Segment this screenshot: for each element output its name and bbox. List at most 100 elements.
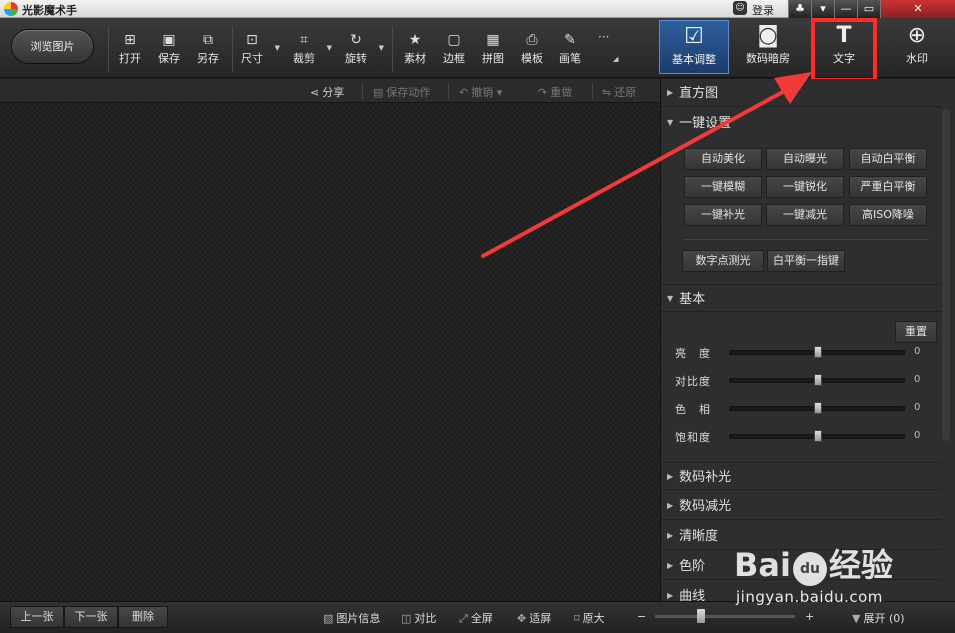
undo-dropdown-icon[interactable]: ▾: [497, 86, 503, 99]
brightness-slider[interactable]: [729, 346, 905, 358]
expand-arrow-icon: ▶: [667, 501, 674, 510]
open-image-icon: ⊞: [124, 32, 136, 48]
expand-filmstrip-button[interactable]: ▼ 展开 (0): [852, 610, 905, 626]
collage-button[interactable]: ▦ 拼图: [473, 30, 513, 70]
restore-button[interactable]: ⇋ 还原: [602, 84, 636, 100]
save-icon: ▣: [162, 32, 176, 48]
auto-exposure-button[interactable]: 自动曝光: [766, 148, 844, 170]
contrast-label: 对比度: [675, 375, 711, 388]
section-digital-reduce-light-label: 数码减光: [679, 499, 732, 514]
section-clarity[interactable]: ▶ 清晰度: [661, 522, 941, 550]
more-tools-arrow-icon[interactable]: ◢: [613, 55, 618, 63]
border-button[interactable]: ▢ 边框: [434, 30, 474, 70]
browse-images-button[interactable]: 浏览图片: [11, 29, 94, 64]
material-icon: ★: [408, 32, 422, 48]
user-avatar-icon[interactable]: ☺: [733, 1, 747, 15]
rotate-dropdown-icon[interactable]: ▼: [379, 44, 384, 52]
border-icon: ▢: [447, 32, 461, 48]
saturation-slider[interactable]: [729, 430, 905, 442]
crop-label: 裁剪: [293, 52, 315, 65]
hue-slider-thumb[interactable]: [814, 402, 822, 414]
collapse-arrow-icon: ▼: [667, 294, 674, 303]
share-button[interactable]: ⋖ 分享: [310, 84, 344, 100]
one-click-blur-button[interactable]: 一键模糊: [684, 176, 762, 198]
zoom-slider[interactable]: [655, 615, 795, 618]
crop-button[interactable]: ⌗ 裁剪 ▼: [284, 30, 332, 70]
crop-dropdown-icon[interactable]: ▼: [327, 44, 332, 52]
maximize-button[interactable]: ▭: [857, 0, 880, 18]
section-levels[interactable]: ▶ 色阶: [661, 552, 941, 580]
strong-white-balance-button[interactable]: 严重白平衡: [849, 176, 927, 198]
reset-button[interactable]: 重置: [895, 321, 937, 343]
one-click-fill-light-button[interactable]: 一键补光: [684, 204, 762, 226]
spot-metering-button[interactable]: 数字点测光: [682, 250, 764, 272]
rotate-button[interactable]: ↻ 旋转 ▼: [336, 30, 384, 70]
undo-button[interactable]: ↶ 撤销 ▾: [459, 84, 502, 100]
section-digital-fill-light[interactable]: ▶ 数码补光: [661, 462, 941, 490]
auto-beautify-button[interactable]: 自动美化: [684, 148, 762, 170]
high-iso-denoise-button[interactable]: 高ISO降噪: [849, 204, 927, 226]
app-title: 光影魔术手: [22, 4, 77, 17]
expand-triangle-icon: ▼: [852, 612, 861, 625]
contrast-slider[interactable]: [729, 374, 905, 386]
image-info-button[interactable]: ▧ 图片信息: [323, 610, 380, 626]
fit-screen-button[interactable]: ✥ 适屏: [517, 610, 551, 626]
brush-button[interactable]: ✎ 画笔: [550, 30, 590, 70]
section-basic[interactable]: ▼ 基本: [661, 284, 941, 312]
white-balance-picker-button[interactable]: 白平衡一指键: [767, 250, 845, 272]
save-action-label: 保存动作: [386, 86, 431, 99]
section-one-click[interactable]: ▼ 一键设置: [661, 109, 941, 137]
restore-icon: ⇋: [602, 86, 612, 99]
open-label: 打开: [119, 52, 141, 65]
delete-image-button[interactable]: 删除: [118, 606, 168, 628]
tab-basic-adjust[interactable]: ☑ 基本调整: [659, 20, 729, 74]
panel-scrollbar[interactable]: [942, 109, 950, 441]
zoom-out-button[interactable]: −: [637, 610, 646, 623]
redo-button[interactable]: ↷ 重做: [538, 84, 572, 100]
saturation-slider-thumb[interactable]: [814, 430, 822, 442]
section-clarity-label: 清晰度: [679, 529, 719, 544]
hue-slider[interactable]: [729, 402, 905, 414]
one-click-sharpen-button[interactable]: 一键锐化: [766, 176, 844, 198]
one-click-reduce-light-button[interactable]: 一键减光: [766, 204, 844, 226]
more-tools-button[interactable]: ···: [598, 30, 609, 44]
save-action-button[interactable]: ▤ 保存动作: [373, 84, 430, 100]
image-canvas[interactable]: [0, 103, 660, 601]
fit-screen-label: 适屏: [529, 612, 552, 625]
login-link[interactable]: 登录: [752, 2, 774, 18]
brightness-value: 0: [914, 346, 921, 357]
tab-watermark[interactable]: ⊕ 水印: [882, 20, 952, 74]
section-digital-reduce-light[interactable]: ▶ 数码减光: [661, 492, 941, 520]
material-button[interactable]: ★ 素材: [395, 30, 435, 70]
skin-button[interactable]: ♣: [788, 0, 811, 18]
template-button[interactable]: ⎙ 模板: [512, 30, 552, 70]
compare-button[interactable]: ◫ 对比: [401, 610, 436, 626]
redo-icon: ↷: [538, 86, 548, 99]
saturation-value: 0: [914, 430, 921, 441]
resize-button[interactable]: ⊡ 尺寸 ▼: [232, 30, 280, 70]
menu-button[interactable]: ▾: [811, 0, 834, 18]
share-icon: ⋖: [310, 86, 320, 99]
contrast-slider-thumb[interactable]: [814, 374, 822, 386]
resize-dropdown-icon[interactable]: ▼: [275, 44, 280, 52]
save-as-button[interactable]: ⧉ 另存: [188, 30, 228, 70]
fullscreen-button[interactable]: ⤢ 全屏: [459, 610, 493, 626]
next-image-button[interactable]: 下一张: [64, 606, 118, 628]
border-label: 边框: [443, 52, 465, 65]
tab-digital-darkroom[interactable]: ◙ 数码暗房: [733, 20, 803, 74]
save-button[interactable]: ▣ 保存: [149, 30, 189, 70]
close-button[interactable]: ✕: [880, 0, 955, 18]
highlight-annotation-box: [811, 18, 877, 82]
compare-label: 对比: [414, 612, 437, 625]
minimize-button[interactable]: —: [834, 0, 857, 18]
section-histogram[interactable]: ▶ 直方图: [661, 79, 941, 107]
section-curves[interactable]: ▶ 曲线: [661, 582, 941, 601]
auto-white-balance-button[interactable]: 自动白平衡: [849, 148, 927, 170]
prev-image-button[interactable]: 上一张: [10, 606, 64, 628]
redo-label: 重做: [550, 86, 573, 99]
zoom-in-button[interactable]: +: [805, 610, 814, 623]
original-size-button[interactable]: ⌑ 原大: [574, 610, 605, 626]
zoom-slider-thumb[interactable]: [697, 609, 705, 623]
brightness-slider-thumb[interactable]: [814, 346, 822, 358]
open-button[interactable]: ⊞ 打开: [110, 30, 150, 70]
